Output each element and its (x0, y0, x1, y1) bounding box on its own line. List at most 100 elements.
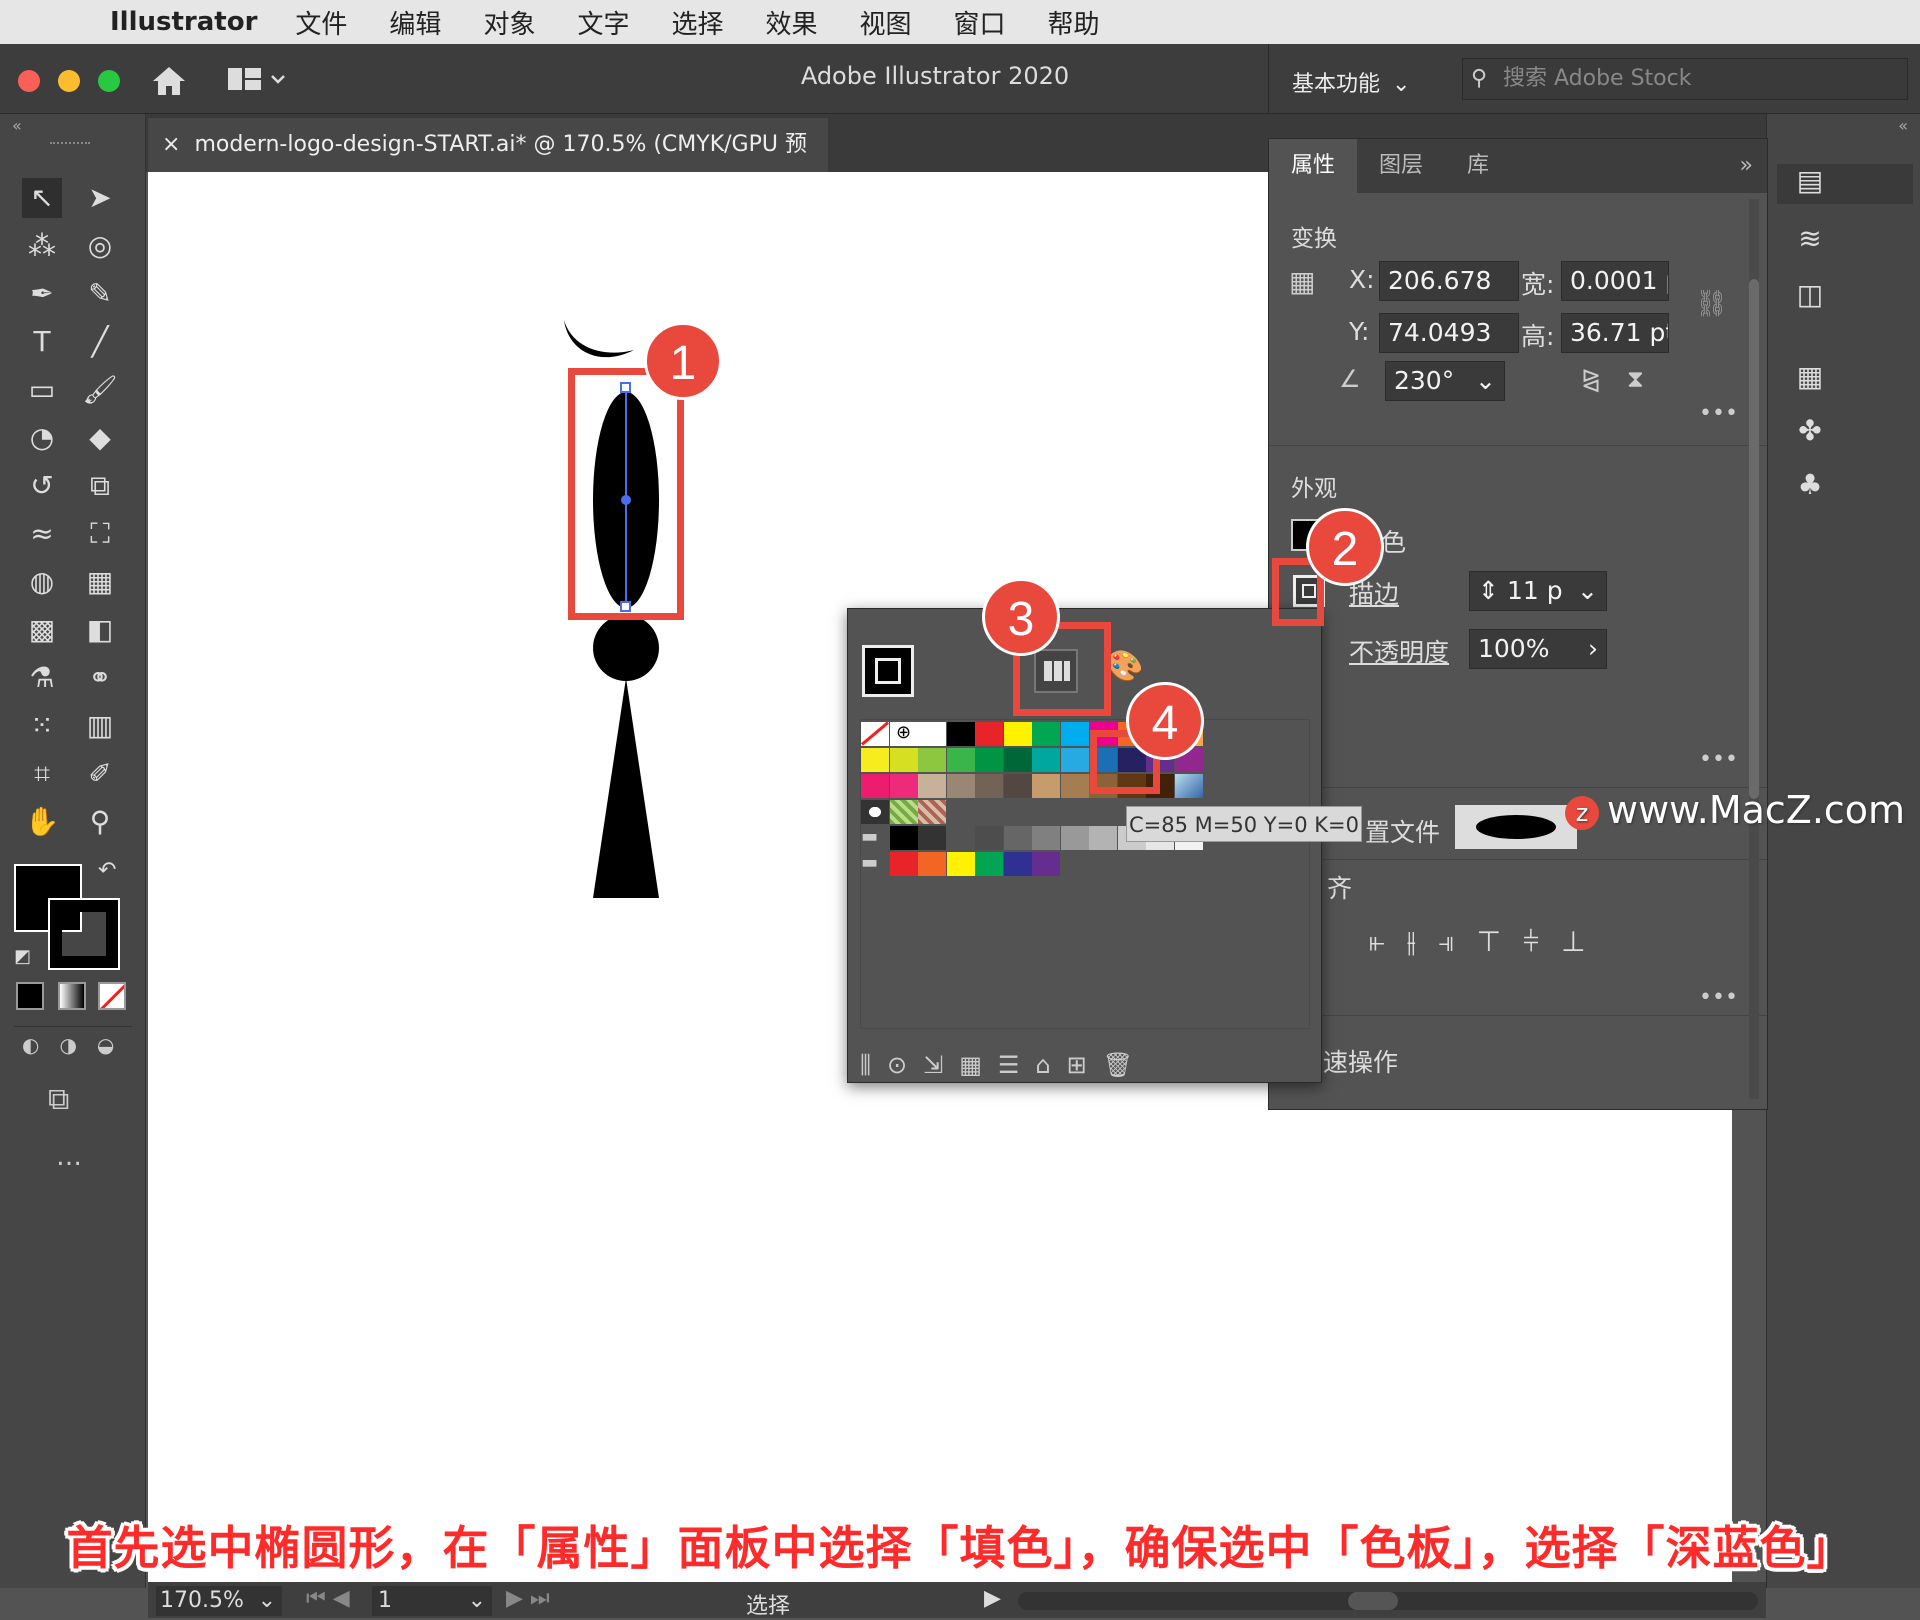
swatch-cell[interactable] (889, 774, 918, 798)
flip-horizontal-icon[interactable]: ⧎ (1581, 365, 1601, 393)
none-mode-icon[interactable] (98, 982, 126, 1010)
swatch-cell[interactable] (1089, 826, 1117, 850)
artboard-field[interactable]: 1 ⌄ (372, 1586, 492, 1616)
magic-wand-tool-icon[interactable]: ⁂ (22, 226, 62, 266)
swatch-cell[interactable] (889, 800, 918, 824)
swatch-cell[interactable] (1060, 774, 1089, 798)
zoom-field[interactable]: 170.5% ⌄ (156, 1586, 282, 1616)
swatch-cell[interactable] (918, 774, 946, 798)
close-tab-icon[interactable]: × (162, 132, 180, 157)
default-colors-icon[interactable]: ◩ (14, 946, 31, 967)
perspective-grid-tool-icon[interactable]: ▦ (80, 562, 120, 602)
brushes-panel-icon[interactable]: ✤ (1790, 414, 1830, 454)
reference-point-icon[interactable]: ▦ (1289, 265, 1315, 298)
swatch-cell[interactable] (889, 748, 918, 772)
mesh-tool-icon[interactable]: ▩ (22, 610, 62, 650)
swatch-cell[interactable] (1032, 826, 1060, 850)
swatch-cell[interactable]: ⊕ (889, 722, 918, 746)
stepper-icon[interactable]: ⇕ (1478, 576, 1499, 605)
rectangle-tool-icon[interactable]: ▭ (22, 370, 62, 410)
symbol-sprayer-tool-icon[interactable]: ⁙ (22, 706, 62, 746)
tab-layers[interactable]: 图层 (1357, 139, 1445, 193)
gradient-tool-icon[interactable]: ◧ (80, 610, 120, 650)
menu-window[interactable]: 窗口 (954, 4, 1006, 41)
swatch-cell[interactable]: ▬ (861, 826, 889, 850)
x-field[interactable]: 206.678 (1379, 261, 1519, 301)
color-picker-palette-icon[interactable]: 🎨 (1106, 649, 1143, 684)
swatch-cell[interactable] (1060, 722, 1089, 746)
artboard-tool-icon[interactable]: ⌗ (22, 754, 62, 794)
more-options-icon[interactable]: ••• (1699, 747, 1738, 772)
swatch-cell[interactable] (1174, 774, 1203, 798)
swatch-cell[interactable] (1060, 826, 1089, 850)
symbols-panel-icon[interactable]: ♣ (1790, 468, 1830, 508)
page-nav-last-icon[interactable]: ▶ ⏭ (506, 1586, 550, 1611)
selection-tool-icon[interactable]: ↖ (22, 178, 62, 218)
menu-object[interactable]: 对象 (483, 4, 535, 41)
workspace-switcher[interactable]: 基本功能 ⌄ (1292, 66, 1410, 98)
rotate-field[interactable]: 230° ⌄ (1385, 361, 1505, 401)
lasso-tool-icon[interactable]: ◎ (80, 226, 120, 266)
menu-edit[interactable]: 编辑 (389, 4, 441, 41)
free-transform-tool-icon[interactable]: ⛶ (80, 514, 120, 554)
swatch-cell[interactable] (918, 748, 946, 772)
menu-type[interactable]: 文字 (577, 4, 629, 41)
y-field[interactable]: 74.0493 (1379, 313, 1519, 353)
page-nav-first-icon[interactable]: ⏮ ◀ (306, 1586, 350, 1611)
status-menu-icon[interactable]: ▶ (984, 1586, 1001, 1611)
libraries-panel-icon[interactable]: ◫ (1790, 278, 1830, 318)
swatch-cell[interactable] (1003, 748, 1032, 772)
swatch-cell[interactable] (889, 852, 918, 876)
swatch-cell[interactable] (946, 774, 975, 798)
width-profile-dropdown[interactable] (1455, 805, 1577, 849)
stroke-weight-field[interactable]: ⇕ 11 p ⌄ (1469, 571, 1607, 611)
swatch-cell[interactable] (918, 800, 946, 824)
swatch-cell[interactable] (1003, 852, 1032, 876)
tab-properties[interactable]: 属性 (1269, 139, 1358, 193)
type-tool-icon[interactable]: T (22, 322, 62, 362)
swatch-cell[interactable] (918, 852, 946, 876)
fill-stroke-preview[interactable] (862, 645, 914, 697)
line-tool-icon[interactable]: ╱ (80, 322, 120, 362)
more-options-icon[interactable]: ••• (1699, 985, 1738, 1010)
swatch-cell[interactable] (1060, 748, 1089, 772)
swatch-cell[interactable] (946, 852, 975, 876)
swatch-cell[interactable] (946, 722, 975, 746)
chevron-down-icon[interactable]: ⌄ (1475, 362, 1496, 400)
stock-search-input[interactable]: ⚲ 搜索 Adobe Stock (1462, 58, 1908, 100)
paintbrush-tool-icon[interactable]: 🖌 (80, 370, 120, 410)
document-tab[interactable]: × modern-logo-design-START.ai* @ 170.5% (… (148, 118, 828, 211)
swatch-cell[interactable] (1032, 774, 1060, 798)
scale-tool-icon[interactable]: ⧉ (80, 466, 120, 506)
swatches-panel-icon[interactable]: ▦ (1790, 360, 1830, 400)
collapse-panel-icon[interactable]: « (12, 116, 22, 135)
swatch-cell[interactable] (861, 748, 889, 772)
swap-fill-stroke-icon[interactable]: ↶ (98, 858, 116, 883)
panel-menu-icon[interactable]: » (1726, 139, 1767, 193)
panel-scrollbar[interactable] (1749, 199, 1759, 1099)
swatch-cell[interactable] (861, 774, 889, 798)
swatch-cell[interactable] (975, 748, 1003, 772)
tab-libraries[interactable]: 库 (1445, 139, 1511, 193)
chevron-down-icon[interactable]: ⌄ (468, 1586, 486, 1616)
swatch-cell[interactable] (861, 721, 889, 746)
column-graph-tool-icon[interactable]: ▥ (80, 706, 120, 746)
app-menu[interactable]: Illustrator (110, 7, 257, 37)
rotate-tool-icon[interactable]: ↺ (22, 466, 62, 506)
curvature-tool-icon[interactable]: ✎ (80, 274, 120, 314)
swatch-cell[interactable] (1032, 722, 1060, 746)
slice-tool-icon[interactable]: ✐ (80, 754, 120, 794)
color-mode-icon[interactable] (16, 982, 44, 1010)
pen-tool-icon[interactable]: ✒ (22, 274, 62, 314)
zoom-tool-icon[interactable]: ⚲ (80, 802, 120, 842)
chevron-right-icon[interactable]: › (1588, 630, 1598, 668)
hand-tool-icon[interactable]: ✋ (22, 802, 62, 842)
swatch-cell[interactable] (946, 748, 975, 772)
shape-builder-tool-icon[interactable]: ◍ (22, 562, 62, 602)
chevron-down-icon[interactable]: ⌄ (258, 1586, 276, 1616)
swatch-cell[interactable] (975, 826, 1003, 850)
gradient-mode-icon[interactable] (58, 982, 86, 1010)
swatch-cell[interactable] (889, 826, 918, 850)
more-options-icon[interactable]: ••• (1699, 401, 1738, 426)
blend-tool-icon[interactable]: ⚭ (80, 658, 120, 698)
